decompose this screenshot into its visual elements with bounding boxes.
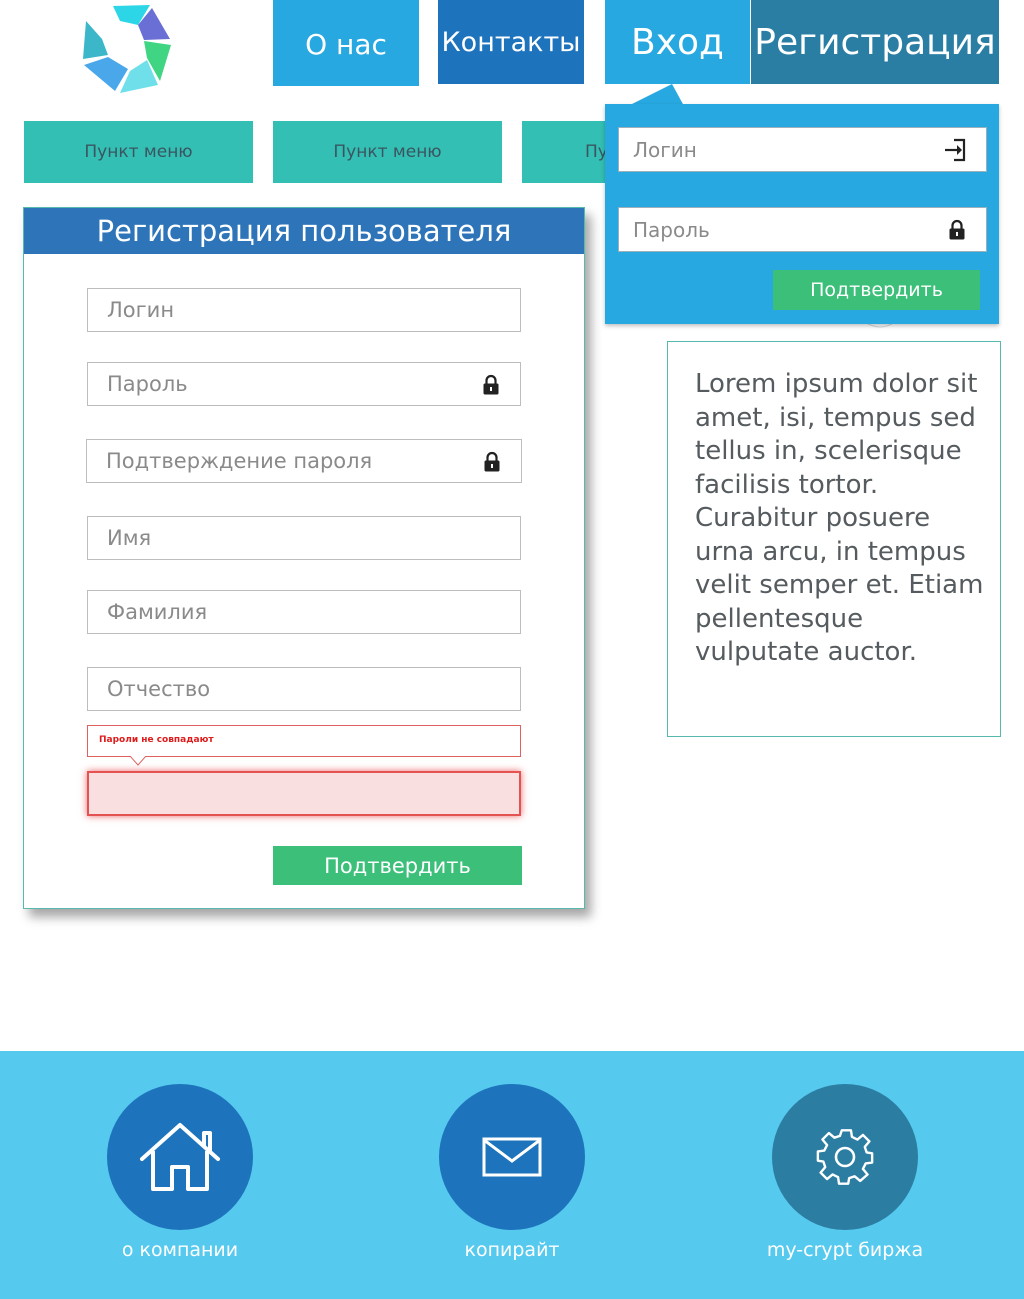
password-confirm-field[interactable]: Подтверждение пароля [86,439,522,483]
registration-title: Регистрация пользователя [24,208,584,254]
login-dropdown-password-field[interactable]: Пароль [618,207,987,252]
mail-icon [482,1137,542,1177]
nav-register[interactable]: Регистрация [751,0,999,84]
lock-icon [483,374,499,395]
sign-in-icon [945,138,966,162]
first-name-field[interactable]: Имя [87,516,521,560]
login-dropdown: Логин Пароль Подтвердить [605,104,999,324]
menu-item[interactable]: Пункт меню [273,121,502,183]
footer-copyright-button[interactable] [439,1084,585,1230]
home-icon [140,1123,220,1191]
footer-exchange-label[interactable]: my-crypt биржа [720,1239,970,1261]
password-confirm-placeholder: Подтверждение пароля [106,449,373,473]
patronymic-placeholder: Отчество [107,677,211,701]
footer-copyright-label[interactable]: копирайт [387,1239,637,1261]
password-field[interactable]: Пароль [87,362,521,406]
nav-contacts[interactable]: Контакты [438,0,584,84]
lock-icon [949,219,965,240]
login-dropdown-username-placeholder: Логин [633,137,697,162]
last-name-placeholder: Фамилия [107,600,208,624]
error-tooltip: Пароли не совпадают [87,725,521,757]
registration-panel: Регистрация пользователя Логин Пароль По… [23,207,585,909]
login-dropdown-username-field[interactable]: Логин [618,127,987,172]
menu-item[interactable]: Пункт меню [24,121,253,183]
gear-icon [816,1129,874,1185]
error-input-field[interactable] [87,771,521,816]
register-submit-button[interactable]: Подтвердить [273,846,522,885]
first-name-placeholder: Имя [107,526,152,550]
last-name-field[interactable]: Фамилия [87,590,521,634]
login-dropdown-password-placeholder: Пароль [633,217,710,242]
error-tooltip-arrow [130,756,146,766]
footer-company-label[interactable]: о компании [55,1239,305,1261]
info-text: Lorem ipsum dolor sit amet, isi, tempus … [695,369,984,667]
password-field-placeholder: Пароль [107,372,188,396]
footer-exchange-button[interactable] [772,1084,918,1230]
lock-icon [484,451,500,472]
login-field-placeholder: Логин [107,298,175,322]
nav-about[interactable]: О нас [273,0,419,86]
patronymic-field[interactable]: Отчество [87,667,521,711]
logo[interactable] [80,3,172,95]
info-box: Lorem ipsum dolor sit amet, isi, tempus … [667,341,1001,737]
footer-company-button[interactable] [107,1084,253,1230]
login-dropdown-arrow [628,84,684,106]
footer: о компании копирайт my-crypt биржа [0,1051,1024,1299]
login-field[interactable]: Логин [87,288,521,332]
login-submit-button[interactable]: Подтвердить [773,270,980,310]
nav-login[interactable]: Вход [605,0,750,84]
